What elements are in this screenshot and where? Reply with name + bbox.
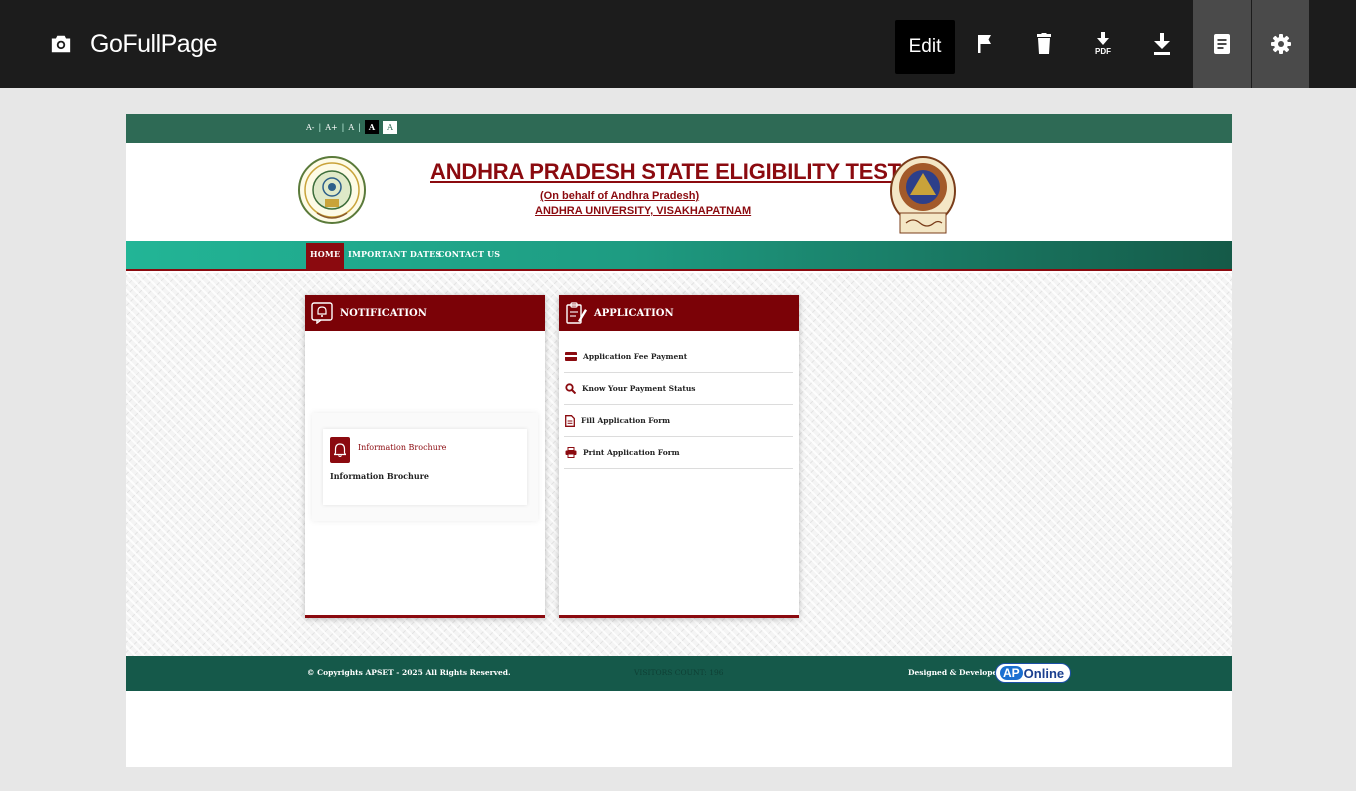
font-reset-button[interactable]: A <box>348 123 354 132</box>
separator: | <box>341 122 345 132</box>
aponline-logo-ap: AP <box>1000 666 1023 680</box>
separator: | <box>358 122 361 132</box>
application-header: APPLICATION <box>559 295 799 331</box>
edit-button[interactable]: Edit <box>895 20 955 74</box>
search-icon <box>565 383 576 394</box>
andhra-university-logo <box>890 156 956 234</box>
application-panel: APPLICATION Application Fee Payment Know… <box>559 295 799 618</box>
ap-emblem-logo <box>298 156 366 224</box>
fill-application-form-label: Fill Application Form <box>581 416 671 425</box>
notification-header: NOTIFICATION <box>305 295 545 331</box>
flag-button[interactable] <box>967 0 1003 88</box>
application-fee-payment-label: Application Fee Payment <box>583 352 688 361</box>
print-application-form-link[interactable]: Print Application Form <box>564 437 793 469</box>
payment-status-link[interactable]: Know Your Payment Status <box>564 373 793 405</box>
information-brochure-text: Information Brochure <box>330 471 429 481</box>
nav-important-dates[interactable]: IMPORTANT DATES <box>348 249 441 259</box>
nav-contact-us[interactable]: CONTACT US <box>438 249 500 259</box>
credit-card-icon <box>565 352 577 361</box>
document-button[interactable] <box>1193 0 1251 88</box>
file-text-icon <box>565 414 575 427</box>
captured-page: A- | A+ | A | A A ANDHRA PRADESH STATE E… <box>126 114 1232 767</box>
camera-icon <box>51 35 71 53</box>
pdf-label: PDF <box>1095 47 1111 56</box>
dark-theme-button[interactable]: A <box>364 120 380 134</box>
gear-icon <box>1270 34 1291 54</box>
font-size-controls: A- | A+ | A | A A <box>306 120 397 134</box>
light-theme-button[interactable]: A <box>383 120 397 134</box>
university-name: ANDHRA UNIVERSITY, VISAKHAPATNAM <box>535 205 752 217</box>
delete-button[interactable] <box>1026 0 1062 88</box>
site-footer: © Copyrights APSET - 2025 All Rights Res… <box>126 656 1232 691</box>
font-increase-button[interactable]: A+ <box>325 123 337 132</box>
visitors-count: VISITORS COUNT: 196 <box>634 668 724 677</box>
document-icon <box>1214 34 1230 54</box>
aponline-logo-online: Online <box>1023 665 1065 681</box>
accessibility-bar: A- | A+ | A | A A <box>126 114 1232 143</box>
nav-home[interactable]: HOME <box>306 243 345 269</box>
notification-icon <box>311 302 333 324</box>
main-nav: HOME IMPORTANT DATES CONTACT US <box>126 241 1232 271</box>
settings-button[interactable] <box>1252 0 1309 88</box>
download-button[interactable] <box>1144 0 1180 88</box>
app-name: GoFullPage <box>90 29 218 58</box>
print-application-form-label: Print Application Form <box>583 448 680 457</box>
bell-icon <box>330 437 350 463</box>
page-subtitle: (On behalf of Andhra Pradesh) <box>540 190 700 202</box>
payment-status-label: Know Your Payment Status <box>582 384 696 393</box>
aponline-logo[interactable]: AP Online <box>995 663 1072 683</box>
application-title: APPLICATION <box>594 307 674 319</box>
copyright-text: © Copyrights APSET - 2025 All Rights Res… <box>307 668 511 677</box>
site-header: ANDHRA PRADESH STATE ELIGIBILITY TEST (O… <box>126 143 1232 241</box>
application-links: Application Fee Payment Know Your Paymen… <box>564 341 793 469</box>
fill-application-form-link[interactable]: Fill Application Form <box>564 405 793 437</box>
page-title: ANDHRA PRADESH STATE ELIGIBILITY TEST <box>430 159 901 184</box>
download-pdf-icon <box>1097 32 1109 45</box>
notification-list: Information Brochure Information Brochur… <box>312 413 538 521</box>
download-pdf-button[interactable]: PDF <box>1085 0 1121 88</box>
application-form-icon <box>566 302 587 324</box>
download-icon <box>1154 33 1170 55</box>
print-icon <box>565 447 577 458</box>
trash-icon <box>1037 33 1051 54</box>
application-fee-payment-link[interactable]: Application Fee Payment <box>564 341 793 373</box>
font-decrease-button[interactable]: A- <box>306 123 314 132</box>
notification-title: NOTIFICATION <box>340 307 427 319</box>
notification-panel: NOTIFICATION Information Brochure Inform… <box>305 295 545 618</box>
information-brochure-link[interactable]: Information Brochure <box>358 443 446 452</box>
separator: | <box>318 122 322 132</box>
main-content: NOTIFICATION Information Brochure Inform… <box>126 273 1232 656</box>
extension-toolbar: GoFullPage Edit PDF <box>0 0 1356 88</box>
flag-icon <box>978 35 991 53</box>
brand: GoFullPage <box>50 0 218 88</box>
notification-item: Information Brochure Information Brochur… <box>323 429 527 505</box>
